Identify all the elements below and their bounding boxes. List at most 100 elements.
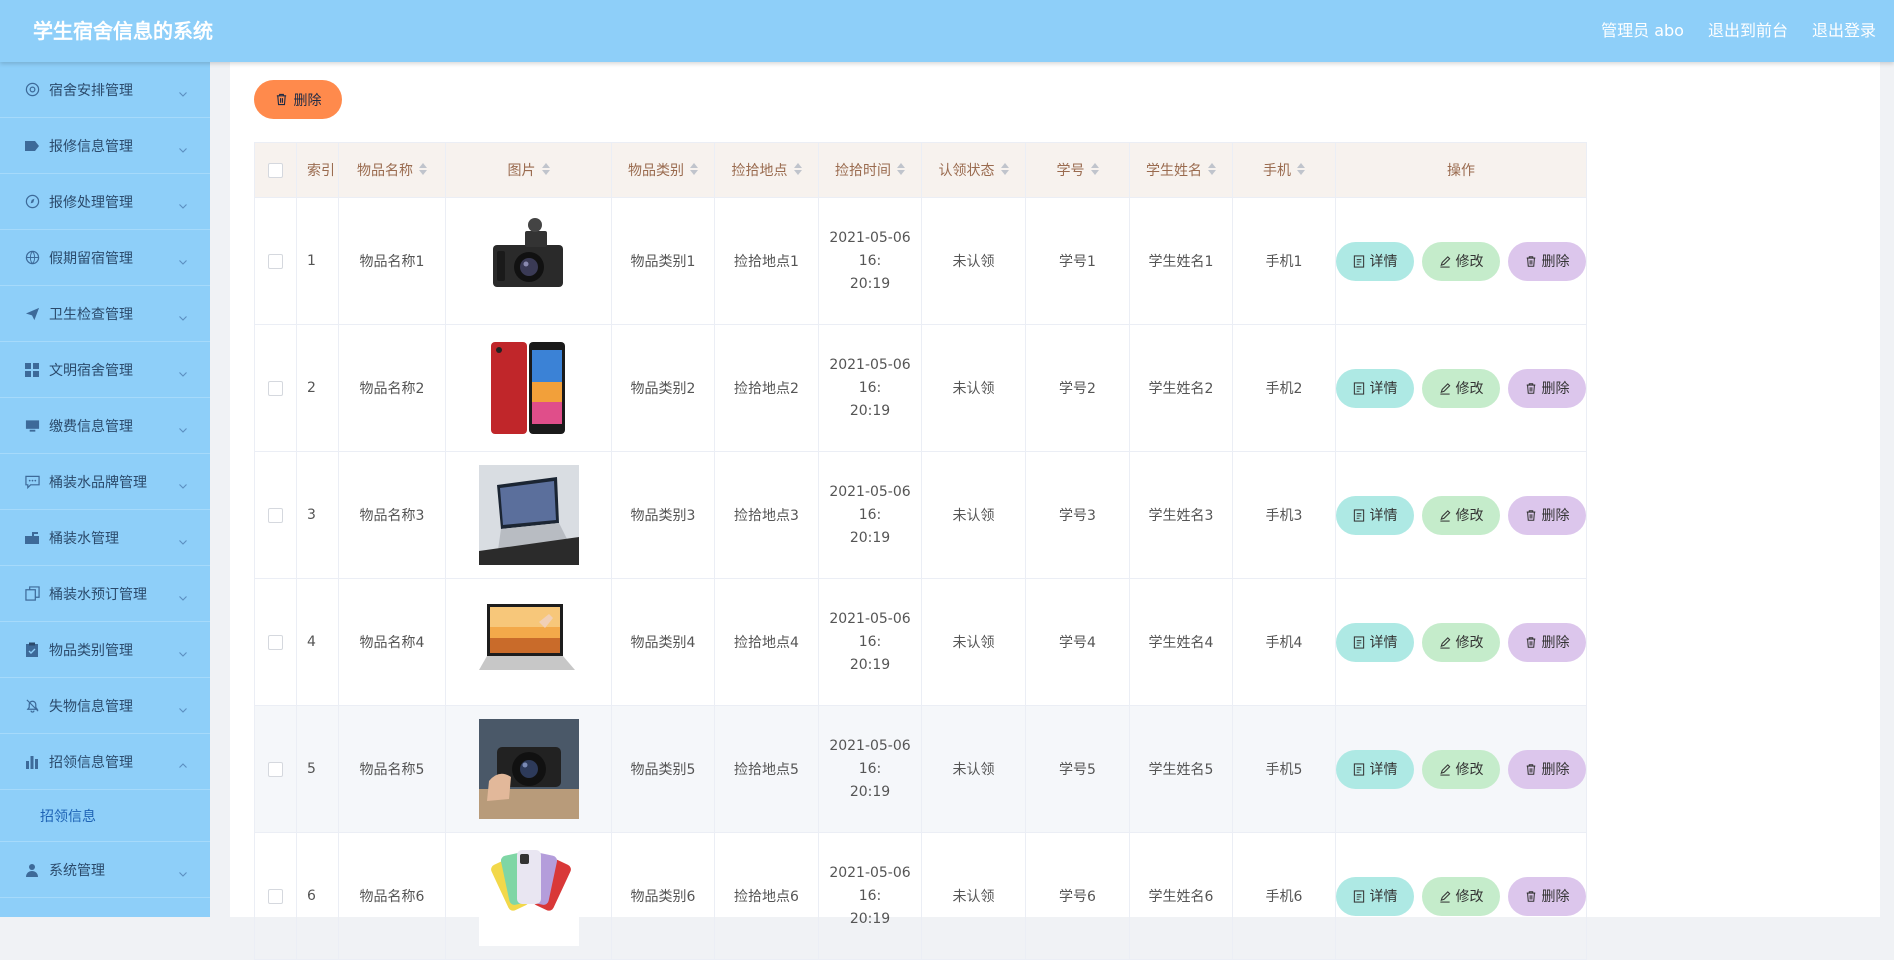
edit-button[interactable]: 修改	[1422, 241, 1500, 281]
row-select-cell	[254, 578, 297, 706]
cell-image	[445, 832, 612, 960]
cell-time: 2021-05-06 16: 20:19	[818, 832, 922, 960]
detail-button[interactable]: 详情	[1336, 368, 1414, 408]
document-icon	[1353, 381, 1364, 395]
header-image[interactable]: 图片	[445, 142, 612, 198]
sort-icon[interactable]	[1090, 163, 1099, 179]
cell-category: 物品类别1	[611, 197, 715, 325]
send-icon	[24, 306, 40, 322]
chevron-down-icon	[178, 532, 188, 545]
sort-icon[interactable]	[793, 163, 802, 179]
edit-button[interactable]: 修改	[1422, 622, 1500, 662]
sidebar-item-8[interactable]: 桶装水管理	[0, 510, 210, 566]
edit-button[interactable]: 修改	[1422, 495, 1500, 535]
edit-button[interactable]: 修改	[1422, 876, 1500, 916]
sort-icon[interactable]	[541, 163, 550, 179]
clipboard-icon	[24, 642, 40, 658]
select-all-checkbox[interactable]	[268, 162, 283, 178]
table-header-row: 索引 物品名称 图片 物品类别 捡拾地点 捡拾时间 认领状态 学号 学生姓名 手…	[254, 142, 1587, 198]
sidebar-item-4[interactable]: 卫生检查管理	[0, 286, 210, 342]
sidebar-item-12[interactable]: 招领信息管理	[0, 734, 210, 790]
globe-icon	[24, 250, 40, 266]
header-category[interactable]: 物品类别	[611, 142, 715, 198]
sidebar-item-0[interactable]: 宿舍安排管理	[0, 62, 210, 118]
header-student-name[interactable]: 学生姓名	[1129, 142, 1233, 198]
sidebar-item-system[interactable]: 系统管理	[0, 842, 210, 898]
header-time[interactable]: 捡拾时间	[818, 142, 922, 198]
sidebar-item-3[interactable]: 假期留宿管理	[0, 230, 210, 286]
back-to-frontend-link[interactable]: 退出到前台	[1708, 0, 1788, 62]
trash-icon	[276, 93, 286, 106]
cell-actions: 详情 修改 删除	[1335, 324, 1587, 452]
detail-button[interactable]: 详情	[1336, 876, 1414, 916]
sidebar-subitem-claim-info[interactable]: 招领信息	[0, 790, 210, 842]
detail-button[interactable]: 详情	[1336, 495, 1414, 535]
sort-icon[interactable]	[1297, 163, 1305, 179]
sort-icon[interactable]	[1000, 163, 1009, 179]
header-status-label: 认领状态	[938, 163, 995, 179]
edit-label: 修改	[1455, 381, 1484, 397]
row-checkbox[interactable]	[268, 888, 283, 904]
delete-button[interactable]: 删除	[1508, 876, 1586, 916]
cell-actions: 详情 修改 删除	[1335, 832, 1587, 960]
header-location-label: 捡拾地点	[731, 163, 788, 179]
header-index: 索引	[296, 142, 339, 198]
detail-button[interactable]: 详情	[1336, 241, 1414, 281]
cell-status: 未认领	[921, 451, 1026, 579]
sidebar-item-label: 文明宿舍管理	[49, 362, 133, 379]
detail-button[interactable]: 详情	[1336, 749, 1414, 789]
edit-button[interactable]: 修改	[1422, 749, 1500, 789]
sidebar-item-11[interactable]: 失物信息管理	[0, 678, 210, 734]
chevron-up-icon	[178, 756, 188, 768]
sidebar-item-7[interactable]: 桶装水品牌管理	[0, 454, 210, 510]
sidebar-item-1[interactable]: 报修信息管理	[0, 118, 210, 174]
circle-settings-icon	[24, 82, 40, 98]
header-location[interactable]: 捡拾地点	[714, 142, 819, 198]
item-image	[478, 338, 579, 438]
table-row: 4 物品名称4 物品类别4 捡拾地点4 2021-05-06 16: 20:19 未认领 学号…	[254, 578, 1587, 706]
sort-icon[interactable]	[897, 163, 905, 179]
sidebar-item-label: 报修处理管理	[49, 194, 133, 211]
logout-link[interactable]: 退出登录	[1812, 0, 1876, 62]
row-checkbox[interactable]	[268, 253, 283, 269]
row-checkbox[interactable]	[268, 380, 283, 396]
sidebar-item-label: 桶装水预订管理	[49, 586, 147, 603]
table-row: 1 物品名称1 物品类别1 捡拾地点1 2021-05-06 16: 20:19 未认领 学号…	[254, 197, 1587, 325]
chevron-down-icon	[178, 308, 188, 321]
cell-status: 未认领	[921, 705, 1026, 833]
sidebar-item-5[interactable]: 文明宿舍管理	[0, 342, 210, 398]
header-phone[interactable]: 手机	[1232, 142, 1336, 198]
delete-button[interactable]: 删除	[1508, 241, 1586, 281]
delete-button[interactable]: 删除	[1508, 495, 1586, 535]
sort-icon[interactable]	[419, 163, 427, 179]
header-status[interactable]: 认领状态	[921, 142, 1026, 198]
sidebar-item-10[interactable]: 物品类别管理	[0, 622, 210, 678]
sidebar-item-label: 报修信息管理	[49, 138, 133, 155]
row-checkbox[interactable]	[268, 761, 283, 777]
cell-image	[445, 578, 612, 706]
batch-delete-button[interactable]: 删除	[254, 80, 342, 119]
row-checkbox[interactable]	[268, 634, 283, 650]
time-line-1: 2021-05-06 16:	[829, 356, 911, 396]
app-title: 学生宿舍信息的系统	[33, 19, 213, 43]
sort-icon[interactable]	[1208, 163, 1216, 179]
edit-button[interactable]: 修改	[1422, 368, 1500, 408]
time-line-2: 20:19	[849, 656, 891, 673]
chevron-down-icon	[178, 476, 188, 489]
sidebar-item-9[interactable]: 桶装水预订管理	[0, 566, 210, 622]
sidebar-item-2[interactable]: 报修处理管理	[0, 174, 210, 230]
delete-button[interactable]: 删除	[1508, 622, 1586, 662]
sidebar-subitem-label: 招领信息	[40, 808, 96, 825]
delete-button[interactable]: 删除	[1508, 749, 1586, 789]
admin-user-link[interactable]: 管理员 abo	[1601, 0, 1684, 62]
detail-button[interactable]: 详情	[1336, 622, 1414, 662]
delete-button[interactable]: 删除	[1508, 368, 1586, 408]
edit-icon	[1439, 255, 1450, 268]
row-checkbox[interactable]	[268, 507, 283, 523]
sidebar-item-6[interactable]: 缴费信息管理	[0, 398, 210, 454]
time-line-2: 20:19	[849, 910, 891, 927]
header-name[interactable]: 物品名称	[338, 142, 446, 198]
header-student-id[interactable]: 学号	[1025, 142, 1130, 198]
sort-icon[interactable]	[690, 163, 698, 179]
chevron-down-icon	[178, 252, 188, 265]
